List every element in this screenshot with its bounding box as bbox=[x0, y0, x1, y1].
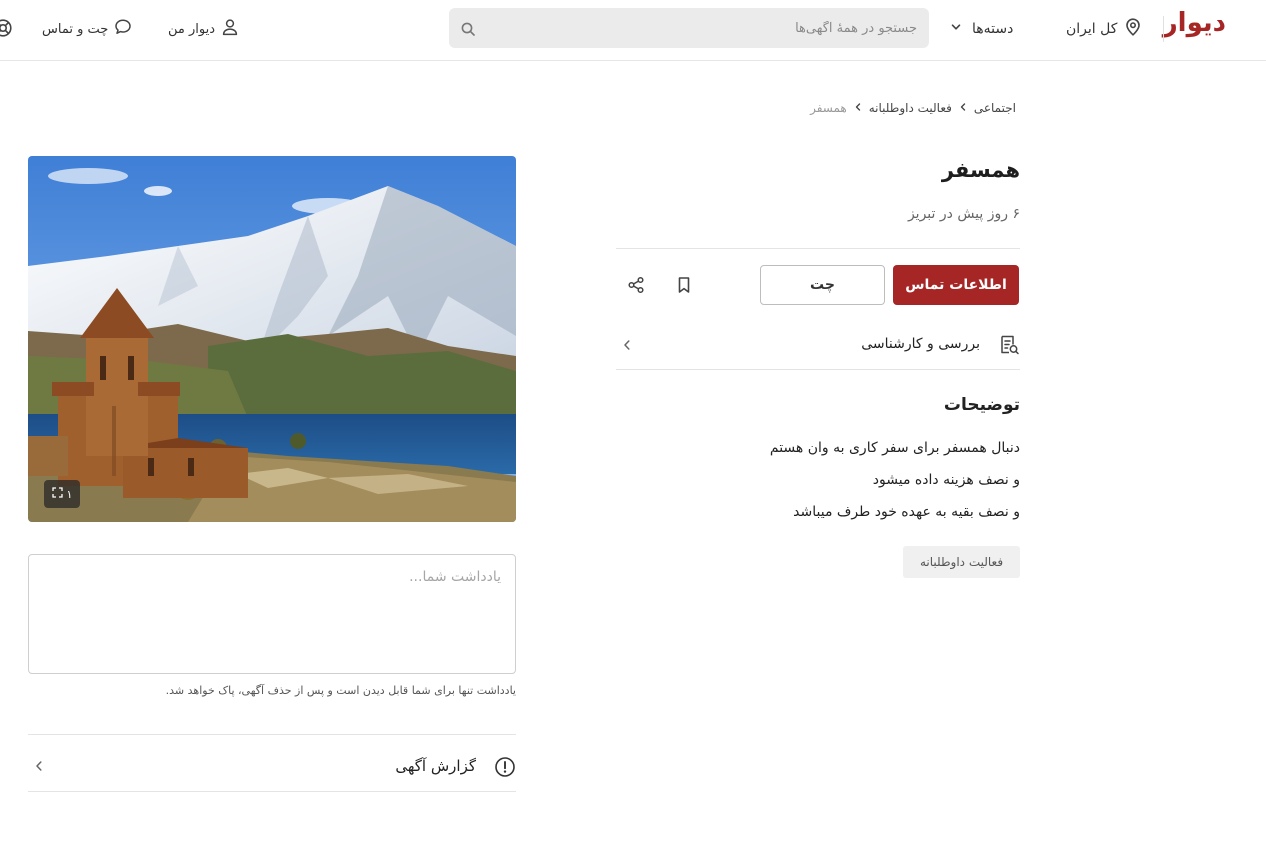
chat-and-contact-label: چت و تماس bbox=[42, 21, 109, 37]
search-input[interactable] bbox=[497, 18, 917, 38]
post-title: همسفر bbox=[941, 158, 1020, 182]
user-icon bbox=[221, 18, 239, 40]
landscape-image bbox=[28, 156, 516, 522]
alert-circle-icon bbox=[494, 756, 516, 782]
divider bbox=[28, 734, 516, 735]
divider bbox=[616, 369, 1020, 370]
share-icon[interactable] bbox=[624, 273, 648, 297]
note-hint: یادداشت تنها برای شما قابل دیدن است و پس… bbox=[165, 684, 516, 697]
chevron-down-icon bbox=[950, 21, 962, 37]
chevron-left-icon bbox=[853, 101, 863, 115]
chat-bubble-icon bbox=[114, 18, 132, 40]
location-selector[interactable]: کل ایران bbox=[1066, 17, 1141, 41]
location-pin-icon bbox=[1125, 18, 1141, 40]
contact-info-button[interactable]: اطلاعات تماس bbox=[893, 265, 1019, 305]
chevron-left-icon bbox=[958, 101, 968, 115]
report-ad-row[interactable]: گزارش آگهی bbox=[28, 745, 516, 789]
review-label: بررسی و کارشناسی bbox=[861, 336, 980, 352]
categories-menu[interactable]: دسته‌ها bbox=[950, 17, 1013, 41]
location-label: کل ایران bbox=[1066, 21, 1118, 37]
breadcrumb-item-volunteer[interactable]: فعالیت داوطلبانه bbox=[869, 101, 952, 115]
gallery-count-label: ۱ bbox=[66, 487, 73, 501]
divider bbox=[28, 791, 516, 792]
personal-note-field[interactable] bbox=[28, 554, 516, 674]
post-photo[interactable]: ۱ bbox=[28, 156, 516, 522]
description-line: و نصف هزینه داده میشود bbox=[872, 472, 1020, 488]
my-divar-button[interactable]: دیوار من bbox=[168, 17, 239, 41]
top-header: دیوار کل ایران دسته‌ها دیوار من چت و تما… bbox=[0, 0, 1266, 61]
search-icon[interactable] bbox=[461, 21, 475, 40]
header-divider bbox=[1163, 16, 1164, 42]
divar-logo[interactable]: دیوار bbox=[1163, 8, 1227, 38]
chevron-left-icon bbox=[32, 758, 46, 777]
inspection-report-icon bbox=[998, 334, 1020, 360]
description-line: دنبال همسفر برای سفر کاری به وان هستم bbox=[769, 440, 1020, 456]
support-lifebuoy-icon[interactable] bbox=[0, 18, 13, 42]
divider bbox=[616, 248, 1020, 249]
post-time-location: ۶ روز پیش در تبریز bbox=[907, 206, 1020, 222]
my-divar-label: دیوار من bbox=[168, 21, 216, 37]
breadcrumb-item-current: همسفر bbox=[810, 101, 847, 115]
chat-and-contact-button[interactable]: چت و تماس bbox=[42, 17, 132, 41]
description-heading: توضیحات bbox=[943, 395, 1020, 415]
fullscreen-icon bbox=[51, 487, 63, 501]
category-tag-chip[interactable]: فعالیت داوطلبانه bbox=[903, 546, 1020, 578]
breadcrumb-item-social[interactable]: اجتماعی bbox=[974, 101, 1016, 115]
gallery-expand-button[interactable]: ۱ bbox=[44, 480, 80, 508]
description-line: و نصف بقیه به عهده خود طرف میباشد bbox=[793, 504, 1020, 520]
bookmark-icon[interactable] bbox=[672, 273, 696, 297]
chat-button[interactable]: چت bbox=[760, 265, 885, 305]
breadcrumb: اجتماعی فعالیت داوطلبانه همسفر bbox=[810, 98, 1016, 118]
report-ad-label: گزارش آگهی bbox=[395, 757, 476, 775]
chevron-left-icon bbox=[620, 337, 634, 356]
search-box[interactable] bbox=[449, 8, 929, 48]
review-inspection-row[interactable]: بررسی و کارشناسی bbox=[616, 326, 1020, 366]
categories-label: دسته‌ها bbox=[972, 21, 1014, 37]
